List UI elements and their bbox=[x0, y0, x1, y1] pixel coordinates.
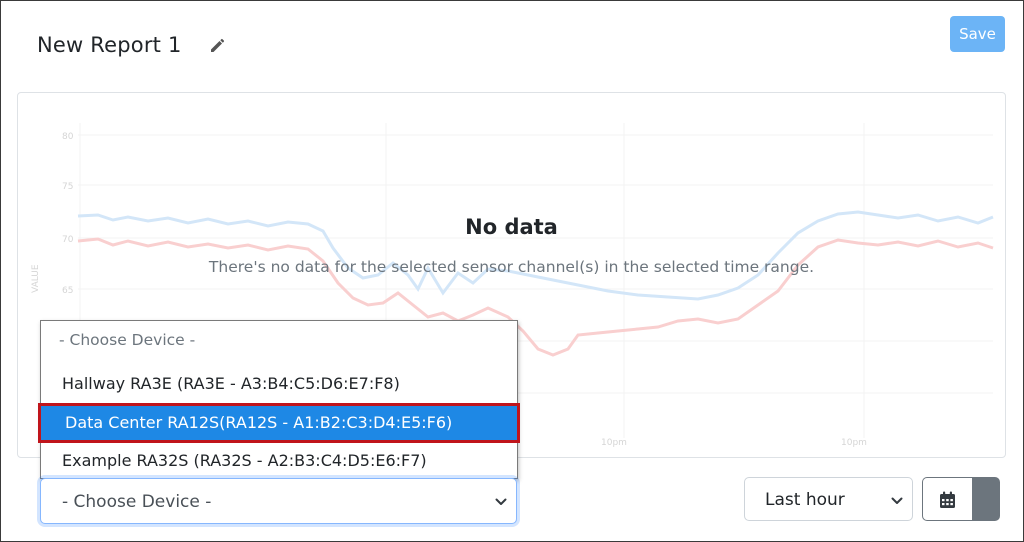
save-button[interactable]: Save bbox=[950, 16, 1005, 52]
tick-label: 75 bbox=[62, 182, 73, 192]
tick-label: 65 bbox=[62, 286, 73, 296]
report-title: New Report 1 bbox=[37, 33, 182, 57]
no-data-title: No data bbox=[465, 215, 558, 239]
device-dropdown-list: - Choose Device - Hallway RA3E (RA3E - A… bbox=[38, 320, 520, 479]
calendar-button[interactable] bbox=[922, 477, 972, 521]
chevron-down-icon bbox=[891, 497, 903, 504]
dropdown-option-data-center-ra12s[interactable]: Data Center RA12S(RA12S - A1:B2:C3:D4:E5… bbox=[38, 403, 520, 443]
pencil-icon[interactable] bbox=[209, 38, 225, 54]
time-range-value: Last hour bbox=[765, 490, 845, 510]
time-range-select[interactable]: Last hour bbox=[744, 477, 913, 521]
dropdown-option-placeholder[interactable]: - Choose Device - bbox=[41, 331, 517, 355]
device-select[interactable]: - Choose Device - bbox=[40, 478, 517, 524]
calendar-icon bbox=[940, 491, 955, 508]
range-toggle-button[interactable] bbox=[972, 477, 1000, 521]
device-select-value: - Choose Device - bbox=[62, 492, 212, 512]
tick-label: 10pm bbox=[601, 438, 627, 448]
tick-label: 10pm bbox=[841, 438, 867, 448]
dropdown-option-example-ra32s[interactable]: Example RA32S (RA32S - A2:B3:C4:D5:E6:F7… bbox=[41, 451, 517, 477]
no-data-message: There's no data for the selected sensor … bbox=[208, 258, 815, 276]
dropdown-option-hallway-ra3e[interactable]: Hallway RA3E (RA3E - A3:B4:C5:D6:E7:F8) bbox=[41, 374, 517, 400]
chevron-down-icon bbox=[495, 498, 507, 505]
tick-label: 80 bbox=[62, 132, 74, 142]
